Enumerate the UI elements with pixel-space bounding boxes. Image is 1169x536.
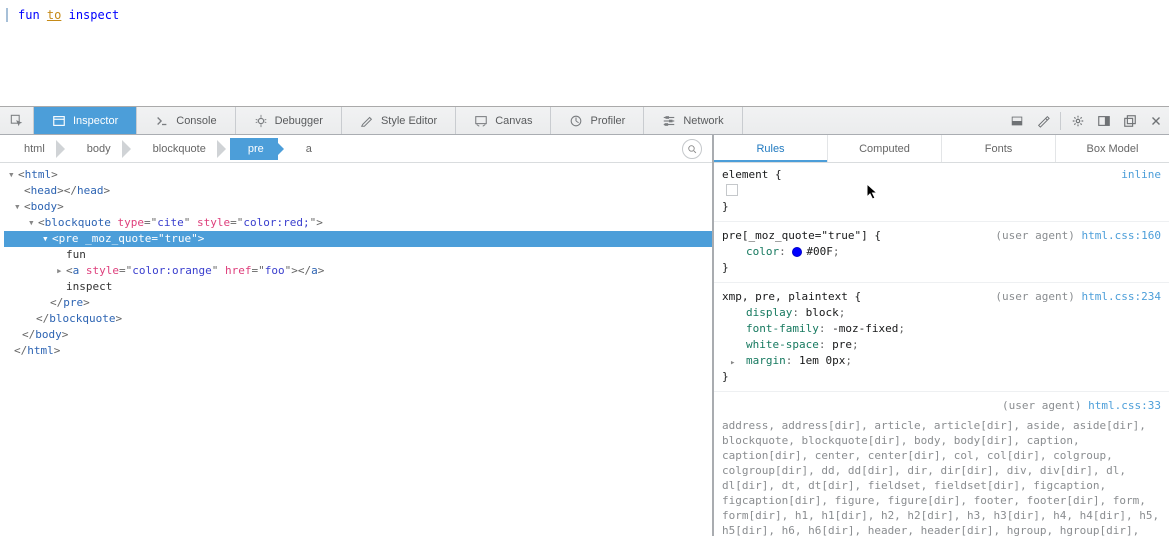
tab-style-editor[interactable]: Style Editor [342,107,456,134]
rule-close-brace: } [722,199,1161,215]
dock-side-button[interactable] [1091,107,1117,135]
style-editor-icon [360,114,374,128]
expand-twisty-icon[interactable]: ▸ [730,355,735,371]
network-icon [662,114,676,128]
canvas-icon [474,114,488,128]
debugger-icon [254,114,268,128]
twisty-icon[interactable]: ▸ [56,263,66,279]
crumb-html[interactable]: html [6,138,69,160]
tab-rules[interactable]: Rules [714,135,828,162]
word-inspect: inspect [69,8,120,22]
tree-row[interactable]: ▸<a style="color:orange" href="foo"></a> [4,263,712,279]
rule-selector[interactable]: pre[_moz_quote="true"] { [722,228,881,244]
rule-selector-long[interactable]: address, address[dir], article, article[… [714,414,1169,536]
tree-row[interactable]: </pre> [4,295,712,311]
tree-row[interactable]: <head></head> [4,183,712,199]
tab-canvas[interactable]: Canvas [456,107,551,134]
rule-user-agent-label: (user agent) [995,290,1074,303]
tab-fonts[interactable]: Fonts [942,135,1056,162]
settings-button[interactable] [1065,107,1091,135]
rule-user-agent-label: (user agent) [1002,399,1081,412]
tab-console-label: Console [176,115,216,127]
rule-selector[interactable]: element { [722,167,782,183]
css-declaration[interactable]: font-family: -moz-fixed; [722,321,1161,337]
rule-user-agent-label: (user agent) [995,229,1074,242]
crumb-a[interactable]: a [288,138,326,160]
tree-row[interactable]: ▾<body> [4,199,712,215]
tree-row[interactable]: fun [4,247,712,263]
tree-row-selected[interactable]: ▾<pre _moz_quote="true"> [4,231,712,247]
twisty-icon[interactable]: ▾ [8,167,18,183]
tree-row[interactable]: ▾<html> [4,167,712,183]
crumb-body[interactable]: body [69,138,135,160]
rule-source-link[interactable]: html.css:234 [1082,290,1161,303]
css-declaration[interactable]: display: block; [722,305,1161,321]
rule-selector[interactable]: xmp, pre, plaintext { [722,289,861,305]
css-declaration[interactable]: white-space: pre; [722,337,1161,353]
quote-bar [6,8,8,22]
tab-style-editor-label: Style Editor [381,115,437,127]
tab-computed[interactable]: Computed [828,135,942,162]
close-button[interactable] [1143,107,1169,135]
page-text: fun to inspect [6,8,1169,22]
twisty-icon[interactable]: ▾ [14,199,24,215]
rule-source-link[interactable]: html.css:160 [1082,229,1161,242]
checkbox[interactable] [726,184,738,196]
new-property-input[interactable] [722,183,1161,199]
tree-row[interactable]: </body> [4,327,712,343]
profiler-icon [569,114,583,128]
toolbar-divider [1060,112,1061,130]
tab-inspector[interactable]: Inspector [34,107,137,134]
devtools-toolbar: Inspector Console Debugger Style Editor … [0,107,1169,135]
crumb-blockquote[interactable]: blockquote [135,138,230,160]
pick-element-button[interactable] [0,107,34,134]
tab-network-label: Network [683,115,723,127]
tab-box-model[interactable]: Box Model [1056,135,1169,162]
tree-row[interactable]: </blockquote> [4,311,712,327]
dom-search-button[interactable] [682,139,702,159]
color-swatch[interactable] [792,247,802,257]
tab-profiler[interactable]: Profiler [551,107,644,134]
twisty-icon[interactable]: ▾ [42,231,52,247]
pick-icon [10,114,24,128]
rule-close-brace: } [722,260,1161,276]
dom-tree[interactable]: ▾<html> <head></head> ▾<body> ▾<blockquo… [0,163,712,536]
word-fun: fun [18,8,40,22]
popout-button[interactable] [1117,107,1143,135]
page-content: fun to inspect [0,0,1169,107]
split-console-button[interactable] [1004,107,1030,135]
responsive-mode-button[interactable] [1030,107,1056,135]
rule-source-link[interactable]: html.css:33 [1088,399,1161,412]
rules-tabbar: Rules Computed Fonts Box Model [714,135,1169,163]
tree-row[interactable]: ▾<blockquote type="cite" style="color:re… [4,215,712,231]
tab-profiler-label: Profiler [590,115,625,127]
twisty-icon[interactable]: ▾ [28,215,38,231]
tab-debugger[interactable]: Debugger [236,107,342,134]
css-declaration[interactable]: color: #00F; [722,244,1161,260]
rule-close-brace: } [722,369,1161,385]
tab-canvas-label: Canvas [495,115,532,127]
rule-source-inline[interactable]: inline [1121,168,1161,181]
rules-pane[interactable]: element { inline } pre[_moz_quote="true"… [714,163,1169,536]
tab-network[interactable]: Network [644,107,742,134]
console-icon [155,114,169,128]
tab-debugger-label: Debugger [275,115,323,127]
tab-console[interactable]: Console [137,107,235,134]
inspector-icon [52,114,66,128]
tree-row[interactable]: inspect [4,279,712,295]
tab-inspector-label: Inspector [73,115,118,127]
crumb-pre[interactable]: pre [230,138,288,160]
word-to-link[interactable]: to [47,8,61,22]
breadcrumb-bar: html body blockquote pre a [0,135,712,163]
css-declaration[interactable]: ▸margin: 1em 0px; [722,353,1161,369]
tree-row[interactable]: </html> [4,343,712,359]
